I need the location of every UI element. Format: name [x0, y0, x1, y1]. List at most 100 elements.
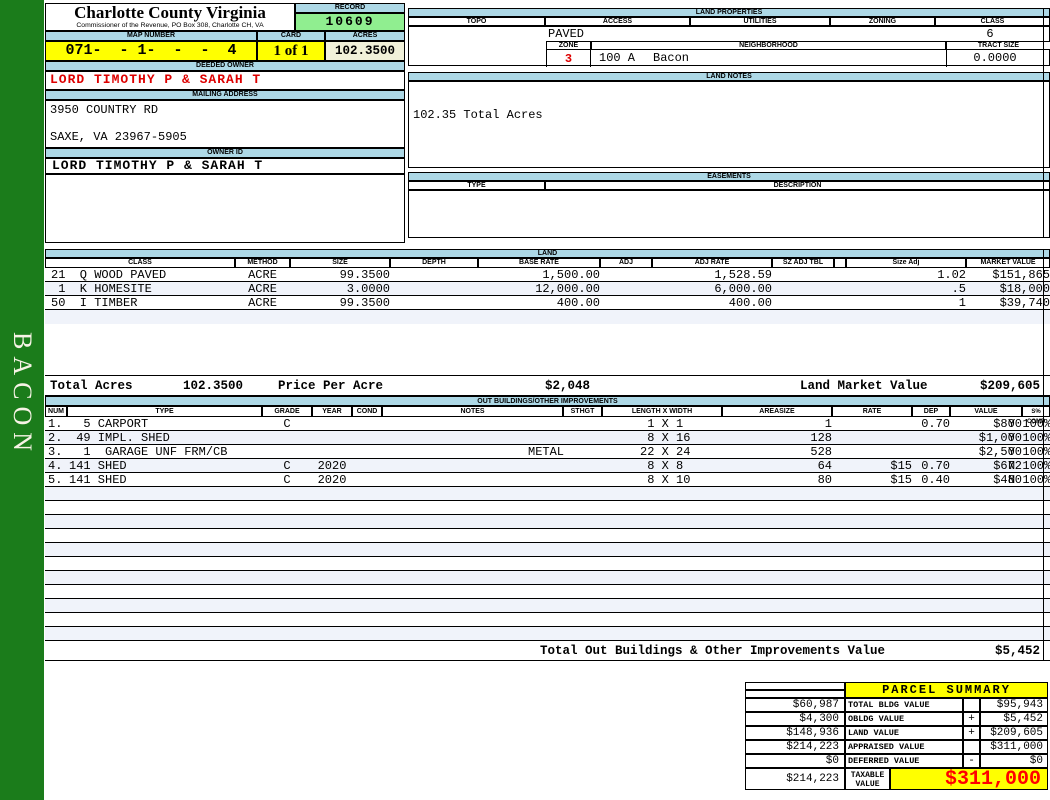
ob-num: 5.	[48, 473, 63, 487]
land-col-market-value: MARKET VALUE	[966, 258, 1050, 268]
zoning-header: ZONING	[830, 17, 935, 26]
summary-row: $4,300 OBLDG VALUE + $5,452	[745, 712, 1048, 726]
summary-row: $0 DEFERRED VALUE - $0	[745, 754, 1048, 768]
total-acres-label: Total Acres	[50, 379, 133, 393]
ob-rate: $15	[890, 473, 912, 487]
acres-label: ACRES	[325, 31, 405, 41]
total-acres-value: 102.3500	[183, 379, 244, 393]
mailing-address-header: MAILING ADDRESS	[45, 90, 405, 100]
empty-row	[45, 613, 1050, 627]
mailing-address-box: 3950 COUNTRY RD SAXE, VA 23967-5905	[45, 100, 405, 148]
neighborhood-header: NEIGHBORHOOD	[591, 41, 946, 50]
ob-lxw: 22 X 24	[640, 445, 691, 459]
outbuildings-total-row: Total Out Buildings & Other Improvements…	[45, 641, 1050, 661]
utilities-header: UTILITIES	[690, 17, 830, 26]
land-properties-header: LAND PROPERTIES	[408, 8, 1050, 17]
land-properties-body: PAVED 6 ZONE NEIGHBORHOOD TRACT SIZE 3 1…	[408, 26, 1050, 67]
right-edge-line-top	[1043, 8, 1044, 238]
ob-col-grade: GRADE	[262, 406, 312, 417]
summary-prior: $4,300	[745, 712, 845, 726]
summary-prior: $60,987	[745, 698, 845, 712]
acres-value: 102.3500	[325, 41, 405, 61]
empty-row	[45, 571, 1050, 585]
summary-label: TOTAL BLDG VALUE	[845, 698, 963, 712]
empty-row	[45, 529, 1050, 543]
property-record-card: BACON Charlotte County Virginia Commissi…	[0, 0, 1050, 800]
land-col-class: CLASS	[45, 258, 235, 268]
empty-row	[45, 501, 1050, 515]
ob-col-year: YEAR	[312, 406, 352, 417]
land-col-adj-rate: ADJ RATE	[652, 258, 772, 268]
access-header: ACCESS	[545, 17, 690, 26]
land-class: 1 K HOMESITE	[51, 282, 152, 296]
outbuilding-row: 3. 1 GARAGE UNF FRM/CB METAL 22 X 24 528…	[45, 445, 1050, 459]
easements-header: EASEMENTS	[408, 172, 1050, 181]
ob-year: 2020	[317, 459, 347, 473]
land-col-gap	[834, 258, 846, 268]
summary-label: APPRAISED VALUE	[845, 740, 963, 754]
summary-sign	[963, 698, 980, 712]
land-adj-rate: 6,000.00	[714, 282, 772, 296]
land-col-method: METHOD	[235, 258, 290, 268]
easement-description-header: DESCRIPTION	[545, 181, 1050, 190]
price-per-acre-value: $2,048	[545, 379, 591, 393]
ob-type: 141 SHED	[69, 459, 127, 473]
ob-col-num: NUM	[45, 406, 67, 417]
ob-lxw: 1 X 1	[640, 417, 684, 431]
land-table-header: LAND	[45, 249, 1050, 258]
parcel-summary: PARCEL SUMMARY $60,987 TOTAL BLDG VALUE …	[745, 682, 1048, 790]
ob-type: 1 GARAGE UNF FRM/CB	[69, 445, 228, 459]
summary-row: $148,936 LAND VALUE + $209,605	[745, 726, 1048, 740]
map-number-value: 071- - 1- - - 4	[45, 41, 257, 61]
land-market-value: $18,000	[999, 282, 1050, 296]
ob-type: 141 SHED	[69, 473, 127, 487]
land-size: 3.0000	[346, 282, 390, 296]
ob-num: 2.	[48, 431, 63, 445]
summary-label: LAND VALUE	[845, 726, 963, 740]
owner-id-header: OWNER ID	[45, 148, 405, 158]
summary-value: $209,605	[980, 726, 1048, 740]
ob-col-value: VALUE	[950, 406, 1022, 417]
summary-value: $311,000	[980, 740, 1048, 754]
outbuildings-header: OUT BUILDINGS/OTHER IMPROVEMENTS	[45, 396, 1050, 406]
outbuilding-row: 1. 5 CARPORT C 1 X 1 1 0.70 $800 Y 100%	[45, 417, 1050, 431]
taxable-label: TAXABLE VALUE	[845, 768, 890, 790]
ob-area: 128	[810, 431, 832, 445]
taxable-value: $311,000	[890, 768, 1048, 790]
parcel-summary-title: PARCEL SUMMARY	[845, 682, 1048, 698]
empty-row	[45, 599, 1050, 613]
summary-prior: $148,936	[745, 726, 845, 740]
record-value: 10609	[295, 13, 405, 31]
ob-col-rate: RATE	[832, 406, 912, 417]
ob-rate: $15	[890, 459, 912, 473]
land-row: 21 Q WOOD PAVED ACRE 99.3500 1,500.00 1,…	[45, 268, 1050, 282]
summary-spacer-bottom	[745, 690, 845, 698]
owner-id-value: LORD TIMOTHY P & SARAH T	[45, 158, 405, 174]
empty-row	[45, 627, 1050, 641]
ob-type: 49 IMPL. SHED	[69, 431, 170, 445]
outbuildings-total-value: $5,452	[994, 644, 1040, 658]
ob-col-scomp: S% COMP	[1022, 406, 1050, 425]
district-name-vertical: BACON	[8, 332, 37, 459]
county-header-box: Charlotte County Virginia Commissioner o…	[45, 3, 295, 31]
tract-size-header: TRACT SIZE	[946, 41, 1050, 50]
ob-area: 528	[810, 445, 832, 459]
ob-num: 1.	[48, 417, 63, 431]
land-notes-header: LAND NOTES	[408, 72, 1050, 81]
ob-grade: C	[283, 459, 291, 473]
empty-row	[45, 557, 1050, 571]
taxable-label-line2: VALUE	[855, 780, 880, 789]
tract-size-value: 0.0000	[973, 51, 1017, 65]
commissioner-line: Commissioner of the Revenue, PO Box 308,…	[76, 22, 264, 29]
land-col-base-rate: BASE RATE	[478, 258, 600, 268]
land-market-value-total: $209,605	[979, 379, 1040, 393]
empty-row	[45, 515, 1050, 529]
price-per-acre-label: Price Per Acre	[278, 379, 384, 393]
ob-lxw: 8 X 10	[640, 473, 691, 487]
ob-area: 1	[824, 417, 832, 431]
card-value: 1 of 1	[257, 41, 325, 61]
land-base-rate: 1,500.00	[542, 268, 600, 282]
summary-spacer-top	[745, 682, 845, 690]
empty-row	[45, 487, 1050, 501]
land-method: ACRE	[248, 268, 277, 282]
